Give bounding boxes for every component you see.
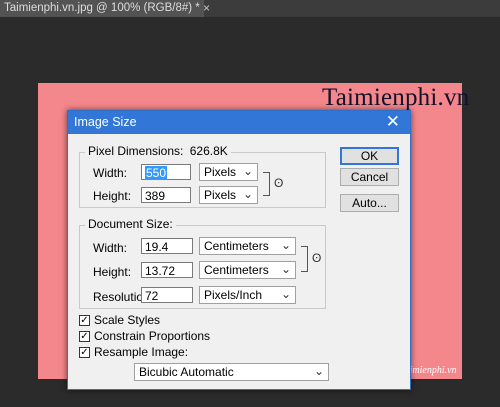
chevron-down-icon: ⌄: [280, 238, 291, 252]
doc-height-field[interactable]: 13.72: [141, 262, 193, 278]
pixel-dimensions-label: Pixel Dimensions:: [88, 144, 184, 158]
close-tab-icon[interactable]: ×: [203, 0, 210, 17]
resolution-value: 72: [145, 289, 159, 303]
pixel-link-bracket: [263, 172, 270, 196]
document-size-label: Document Size:: [85, 217, 176, 231]
resolution-unit-select[interactable]: Pixels/Inch ⌄: [199, 286, 296, 304]
cancel-button[interactable]: Cancel: [340, 168, 399, 186]
pixel-height-label: Height:: [93, 189, 132, 203]
resample-method-select[interactable]: Bicubic Automatic ⌄: [134, 363, 329, 381]
document-tab-bar: Taimienphi.vn.jpg @ 100% (RGB/8#) * ×: [0, 0, 500, 17]
pixel-width-unit: Pixels: [204, 165, 237, 179]
pixel-width-unit-select[interactable]: Pixels ⌄: [199, 163, 258, 181]
pixel-width-value: 550: [145, 166, 168, 180]
chevron-down-icon: ⌄: [242, 187, 253, 201]
doc-height-unit-select[interactable]: Centimeters ⌄: [199, 261, 296, 279]
pixel-height-value: 389: [145, 189, 166, 203]
pixel-height-unit: Pixels: [204, 188, 237, 202]
resample-method-value: Bicubic Automatic: [139, 365, 234, 379]
scale-styles-label[interactable]: Scale Styles: [94, 313, 160, 327]
pixel-width-label: Width:: [93, 166, 128, 180]
doc-width-field[interactable]: 19.4: [141, 238, 193, 254]
doc-width-label: Width:: [93, 241, 128, 255]
doc-width-unit-select[interactable]: Centimeters ⌄: [199, 237, 296, 255]
doc-width-unit: Centimeters: [204, 239, 269, 253]
doc-height-value: 13.72: [145, 264, 176, 278]
document-tab-title: Taimienphi.vn.jpg @ 100% (RGB/8#) *: [4, 2, 200, 14]
chevron-down-icon: ⌄: [280, 262, 291, 276]
document-tab[interactable]: Taimienphi.vn.jpg @ 100% (RGB/8#) *: [0, 0, 204, 17]
pixel-height-unit-select[interactable]: Pixels ⌄: [199, 186, 258, 204]
resample-image-label[interactable]: Resample Image:: [94, 345, 188, 359]
close-icon[interactable]: ✕: [386, 112, 400, 132]
resolution-field[interactable]: 72: [141, 287, 193, 303]
pixel-dimensions-size: 626.8K: [189, 144, 228, 158]
check-icon: ✓: [80, 331, 89, 342]
doc-width-value: 19.4: [145, 240, 169, 254]
dialog-title: Image Size: [74, 115, 137, 129]
chevron-down-icon: ⌄: [280, 287, 291, 301]
image-size-dialog: Image Size ✕ Pixel Dimensions: 626.8K Wi…: [67, 110, 411, 390]
ok-button[interactable]: OK: [340, 147, 399, 165]
check-icon: ✓: [80, 315, 89, 326]
constrain-proportions-label[interactable]: Constrain Proportions: [94, 329, 210, 343]
pixel-dimensions-header: Pixel Dimensions: 626.8K: [85, 144, 231, 158]
chain-link-icon: ʘ: [274, 176, 284, 190]
check-icon: ✓: [80, 347, 89, 358]
doc-link-bracket: [301, 246, 308, 272]
doc-height-unit: Centimeters: [204, 263, 269, 277]
chain-link-icon: ʘ: [312, 251, 322, 265]
constrain-proportions-checkbox[interactable]: ✓: [79, 331, 90, 342]
resample-image-checkbox[interactable]: ✓: [79, 347, 90, 358]
canvas-watermark: Taimienphi.vn: [322, 84, 470, 111]
resolution-unit: Pixels/Inch: [204, 288, 263, 302]
pixel-width-field[interactable]: 550: [141, 164, 191, 180]
auto-button[interactable]: Auto...: [340, 194, 399, 212]
chevron-down-icon: ⌄: [313, 364, 324, 378]
scale-styles-checkbox[interactable]: ✓: [79, 315, 90, 326]
doc-height-label: Height:: [93, 265, 132, 279]
chevron-down-icon: ⌄: [242, 164, 253, 178]
pixel-height-field[interactable]: 389: [141, 187, 191, 203]
dialog-titlebar[interactable]: Image Size ✕: [68, 111, 410, 134]
